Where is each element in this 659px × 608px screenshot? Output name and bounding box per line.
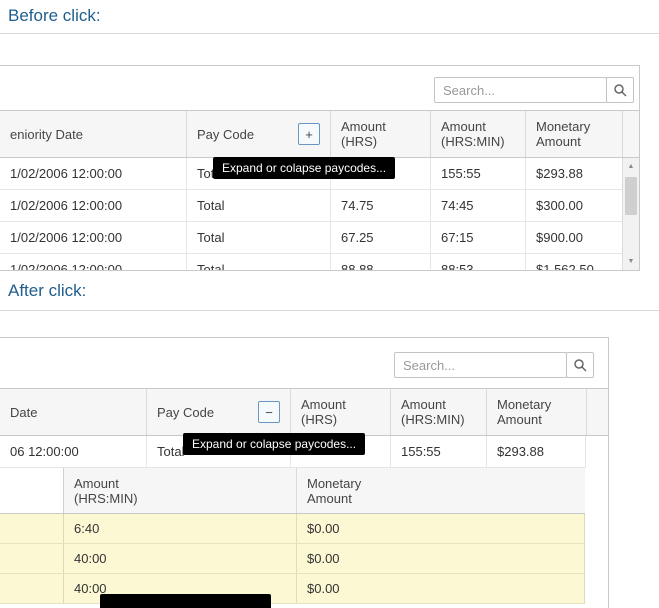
detail-cell-monetary: $0.00: [296, 514, 585, 543]
column-header-pay-code[interactable]: Pay Code −: [146, 389, 290, 435]
cell-pay-code: Total: [186, 190, 330, 221]
cell-amount-hrsmin: 88:53: [430, 254, 525, 270]
search-input[interactable]: [394, 352, 567, 378]
detail-row-spacer: [0, 574, 64, 603]
scroll-down-button[interactable]: ▼: [623, 253, 639, 270]
detail-cell-amount-hrsmin: 40:00: [64, 544, 296, 573]
scrollbar-thumb[interactable]: [625, 177, 637, 215]
detail-column-header-amount-hrsmin[interactable]: Amount (HRS:MIN): [64, 468, 296, 513]
column-header-amount-hrsmin[interactable]: Amount (HRS:MIN): [430, 111, 525, 157]
cell-amount-hrs: 67.25: [330, 222, 430, 253]
grid-header: Date Pay Code − Amount (HRS) Amount (HRS…: [0, 388, 608, 436]
cell-amount-hrsmin: 155:55: [390, 436, 486, 467]
tooltip: Expand or colapse paycodes...: [183, 433, 365, 455]
expanded-detail-grid: Amount (HRS:MIN) Monetary Amount 6:40 $0…: [0, 468, 608, 608]
cell-amount-hrsmin: 74:45: [430, 190, 525, 221]
search-box: [434, 77, 634, 103]
scroll-up-button[interactable]: ▲: [623, 158, 639, 175]
cell-date: 1/02/2006 12:00:00: [0, 158, 186, 189]
cell-date: 1/02/2006 12:00:00: [0, 254, 186, 270]
detail-row: 40:00 $0.00: [0, 544, 585, 574]
column-header-monetary[interactable]: Monetary Amount: [486, 389, 586, 435]
grid-toolbar: [0, 338, 608, 388]
cell-pay-code: Total: [186, 222, 330, 253]
cell-monetary: $900.00: [525, 222, 622, 253]
vertical-scrollbar[interactable]: ▲ ▼: [622, 158, 639, 270]
cell-date: 06 12:00:00: [0, 436, 146, 467]
cell-amount-hrs: 88.88: [330, 254, 430, 270]
search-box: [394, 352, 594, 378]
cell-monetary: $293.88: [525, 158, 622, 189]
search-input[interactable]: [434, 77, 607, 103]
page: Before click: eniority Date Pay Code + A…: [0, 0, 659, 608]
cell-date: 1/02/2006 12:00:00: [0, 222, 186, 253]
cell-monetary: $293.88: [486, 436, 586, 467]
grid-header: eniority Date Pay Code + Amount (HRS) Am…: [0, 110, 639, 158]
scroll-up-icon: ▲: [628, 163, 635, 170]
column-header-pay-code[interactable]: Pay Code +: [186, 111, 330, 157]
column-header-amount-hrs[interactable]: Amount (HRS): [290, 389, 390, 435]
divider: [0, 33, 659, 34]
divider: [0, 310, 659, 311]
search-button[interactable]: [606, 77, 634, 103]
grid-toolbar: [0, 66, 639, 110]
cell-amount-hrs: 74.75: [330, 190, 430, 221]
detail-cell-monetary: $0.00: [296, 544, 585, 573]
detail-row-spacer: [0, 544, 64, 573]
cell-pay-code: Total: [186, 254, 330, 270]
expand-paycodes-button[interactable]: +: [298, 123, 320, 145]
cell-date: 1/02/2006 12:00:00: [0, 190, 186, 221]
column-header-monetary[interactable]: Monetary Amount: [525, 111, 622, 157]
search-button[interactable]: [566, 352, 594, 378]
minus-icon: −: [265, 405, 273, 420]
header-spacer: [622, 111, 639, 157]
scroll-down-icon: ▼: [628, 258, 635, 265]
detail-cell-amount-hrsmin: 6:40: [64, 514, 296, 543]
table-row[interactable]: 1/02/2006 12:00:00 Total 67.25 67:15 $90…: [0, 222, 622, 254]
column-header-amount-hrsmin[interactable]: Amount (HRS:MIN): [390, 389, 486, 435]
tooltip: Expand or colapse paycodes...: [213, 157, 395, 179]
detail-hierarchy-spacer: [0, 468, 64, 513]
cell-amount-hrsmin: 155:55: [430, 158, 525, 189]
cell-amount-hrsmin: 67:15: [430, 222, 525, 253]
column-header-amount-hrs[interactable]: Amount (HRS): [330, 111, 430, 157]
detail-row: 6:40 $0.00: [0, 514, 585, 544]
plus-icon: +: [305, 127, 313, 142]
header-spacer: [586, 389, 608, 435]
detail-cell-monetary: $0.00: [296, 574, 585, 603]
tooltip-partial: [100, 594, 271, 608]
cell-monetary: $300.00: [525, 190, 622, 221]
collapse-paycodes-button[interactable]: −: [258, 401, 280, 423]
search-icon: [573, 358, 587, 372]
detail-row-spacer: [0, 514, 64, 543]
before-heading: Before click:: [8, 6, 101, 26]
search-icon: [613, 83, 627, 97]
detail-row: 40:00 $0.00: [0, 574, 585, 604]
table-row-clipped[interactable]: 1/02/2006 12:00:00 Total 88.88 88:53 $1,…: [0, 254, 622, 270]
table-row[interactable]: 1/02/2006 12:00:00 Total 74.75 74:45 $30…: [0, 190, 622, 222]
column-header-seniority-date[interactable]: Date: [0, 389, 146, 435]
cell-monetary: $1,562.50: [525, 254, 622, 270]
detail-grid-header: Amount (HRS:MIN) Monetary Amount: [0, 468, 585, 514]
detail-column-header-monetary[interactable]: Monetary Amount: [296, 468, 585, 513]
after-grid: Date Pay Code − Amount (HRS) Amount (HRS…: [0, 337, 609, 608]
after-heading: After click:: [8, 281, 86, 301]
column-header-seniority-date[interactable]: eniority Date: [0, 111, 186, 157]
